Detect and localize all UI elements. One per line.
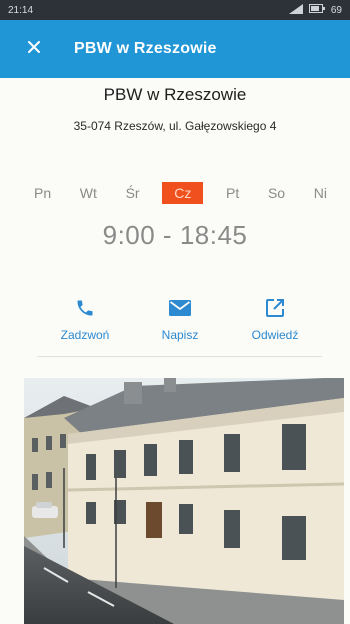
library-header: PBW w Rzeszowie 35-074 Rzeszów, ul. Gałę…: [0, 82, 350, 133]
day-tab-fri[interactable]: Pt: [220, 182, 245, 204]
phone-icon: [75, 296, 95, 320]
library-name: PBW w Rzeszowie: [103, 85, 247, 104]
opening-hours: 9:00 - 18:45: [102, 220, 248, 250]
call-button[interactable]: Zadzwoń: [45, 296, 125, 342]
signal-icon: [288, 3, 303, 17]
battery-icon: [308, 4, 325, 16]
status-time: 21:14: [8, 4, 34, 16]
close-icon: [28, 40, 40, 58]
status-bar: 21:14 69: [0, 0, 350, 20]
write-label: Napisz: [161, 328, 199, 342]
open-external-icon: [265, 296, 285, 320]
call-label: Zadzwoń: [60, 328, 110, 342]
day-tab-thu[interactable]: Cz: [162, 182, 204, 204]
library-building-photo: [24, 378, 344, 624]
status-icons: 69: [288, 3, 342, 17]
library-address: 35-074 Rzeszów, ul. Gałęzowskiego 4: [73, 119, 277, 133]
weekday-selector: Pn Wt Śr Cz Pt So Ni: [28, 182, 333, 204]
day-tab-tue[interactable]: Wt: [74, 182, 103, 204]
toolbar-title: PBW w Rzeszowie: [74, 40, 217, 57]
close-button[interactable]: [22, 37, 46, 61]
day-tab-sun[interactable]: Ni: [308, 182, 333, 204]
mail-icon: [169, 296, 191, 320]
visit-button[interactable]: Odwiedź: [235, 296, 315, 342]
day-tab-mon[interactable]: Pn: [28, 182, 57, 204]
visit-label: Odwiedź: [251, 328, 299, 342]
app-toolbar: PBW w Rzeszowie: [0, 20, 350, 78]
day-tab-wed[interactable]: Śr: [120, 182, 146, 204]
divider: [37, 356, 322, 357]
battery-level: 69: [330, 4, 342, 16]
day-tab-sat[interactable]: So: [262, 182, 291, 204]
write-button[interactable]: Napisz: [140, 296, 220, 342]
contact-actions: Zadzwoń Napisz Odwiedź: [45, 296, 315, 342]
